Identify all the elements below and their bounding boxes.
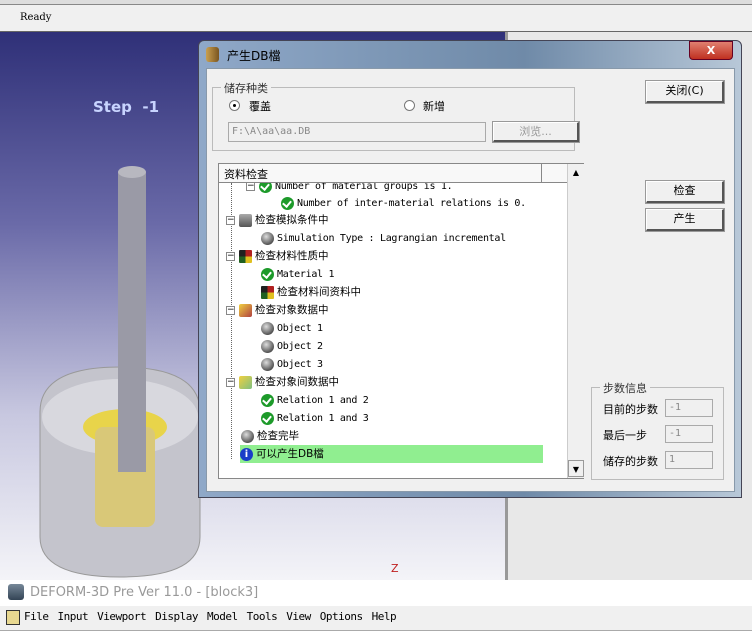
menu-help[interactable]: Help (372, 606, 397, 628)
tree-scrollbar[interactable]: ▲ ▼ (567, 164, 584, 478)
step-indicator: Step -1 (93, 98, 160, 116)
document-icon (6, 610, 20, 625)
tree-header[interactable]: 资料检查 (219, 164, 567, 183)
dialog-icon (206, 47, 219, 62)
tree-body: − Number of material groups is 1. Number … (219, 183, 567, 478)
data-check-tree[interactable]: 资料检查 ▲ ▼ − Number of material groups is 1… (218, 163, 584, 479)
tree-row[interactable]: 检查材料间资料中 (261, 283, 361, 301)
relation-icon (239, 375, 252, 389)
close-window-button[interactable]: X (689, 41, 733, 60)
tree-row[interactable]: − 检查对象间数据中 (226, 373, 339, 391)
tree-row[interactable]: Object 3 (261, 355, 323, 373)
last-step-field[interactable]: -1 (665, 425, 713, 443)
radio-overwrite-label: 覆盖 (249, 100, 271, 113)
menu-tools[interactable]: Tools (247, 606, 278, 628)
tree-row[interactable]: Material 1 (261, 265, 335, 283)
app-title-bar: DEFORM-3D Pre Ver 11.0 - [block3] (0, 580, 752, 606)
step-info-group: 步数信息 目前的步数 -1 最后一步 -1 储存的步数 1 (591, 380, 724, 480)
menu-file[interactable]: File (24, 606, 49, 628)
tree-row[interactable]: Relation 1 and 3 (261, 409, 369, 427)
radio-overwrite[interactable] (229, 100, 240, 111)
check-icon (261, 267, 274, 281)
menu-options[interactable]: Options (320, 606, 363, 628)
z-axis-label: Z (391, 562, 399, 575)
gray-ball-icon (241, 429, 254, 443)
menu-viewport[interactable]: Viewport (97, 606, 146, 628)
close-button[interactable]: 关闭(C) (645, 80, 725, 104)
radio-new-label: 新增 (423, 100, 445, 113)
step-info-legend: 步数信息 (600, 380, 650, 396)
current-step-label: 目前的步数 (603, 403, 658, 416)
dialog-body: 储存种类 覆盖 新增 F:\A\aa\aa.DB 浏览... 关闭(C) 检查 … (206, 68, 735, 492)
storage-type-legend: 储存种类 (221, 80, 271, 96)
status-bar: Ready (0, 5, 752, 32)
tool-icon (239, 213, 252, 227)
check-icon (281, 196, 294, 210)
gray-ball-icon (261, 231, 274, 245)
browse-button[interactable]: 浏览... (492, 121, 580, 143)
material-icon (261, 285, 274, 299)
menu-view[interactable]: View (286, 606, 311, 628)
radio-new[interactable] (404, 100, 415, 111)
saved-steps-field[interactable]: 1 (665, 451, 713, 469)
tree-row[interactable]: Object 2 (261, 337, 323, 355)
scroll-up-arrow-icon[interactable]: ▲ (568, 164, 584, 181)
menu-display[interactable]: Display (155, 606, 198, 628)
tree-row[interactable]: Relation 1 and 2 (261, 391, 369, 409)
check-icon (259, 183, 272, 193)
check-button[interactable]: 检查 (645, 180, 725, 204)
tree-row[interactable]: − 检查对象数据中 (226, 301, 329, 319)
gray-ball-icon (261, 357, 274, 371)
tree-row[interactable]: Object 1 (261, 319, 323, 337)
tree-row[interactable]: − 检查材料性质中 (226, 247, 329, 265)
tree-row-highlighted[interactable]: i 可以产生DB檔 (240, 445, 543, 463)
dialog-title: 产生DB檔 (227, 49, 281, 63)
storage-type-group: 储存种类 覆盖 新增 F:\A\aa\aa.DB 浏览... (212, 80, 580, 151)
db-path-input[interactable]: F:\A\aa\aa.DB (228, 122, 486, 142)
material-icon (239, 249, 252, 263)
generate-db-dialog: 产生DB檔 X 储存种类 覆盖 新增 F:\A\aa\aa.DB 浏览... 关… (198, 40, 742, 498)
menu-bar: File Input Viewport Display Model Tools View Op… (0, 606, 752, 631)
gray-ball-icon (261, 321, 274, 335)
last-step-label: 最后一步 (603, 429, 647, 442)
objects-icon (239, 303, 252, 317)
status-text: Ready (20, 12, 52, 23)
info-icon: i (240, 447, 253, 461)
app-icon (8, 584, 24, 600)
saved-steps-label: 储存的步数 (603, 455, 658, 468)
tree-row[interactable]: − 检查模拟条件中 (226, 211, 329, 229)
scroll-down-arrow-icon[interactable]: ▼ (568, 460, 584, 477)
tree-row[interactable]: Number of inter-material relations is 0. (281, 194, 526, 212)
app-title: DEFORM-3D Pre Ver 11.0 - [block3] (30, 585, 259, 600)
gray-ball-icon (261, 339, 274, 353)
menu-input[interactable]: Input (58, 606, 89, 628)
current-step-field[interactable]: -1 (665, 399, 713, 417)
check-icon (261, 411, 274, 425)
tree-row[interactable]: 检查完毕 (241, 427, 299, 445)
menu-model[interactable]: Model (207, 606, 238, 628)
tree-row[interactable]: Simulation Type : Lagrangian incremental (261, 229, 506, 247)
check-icon (261, 393, 274, 407)
generate-button[interactable]: 产生 (645, 208, 725, 232)
